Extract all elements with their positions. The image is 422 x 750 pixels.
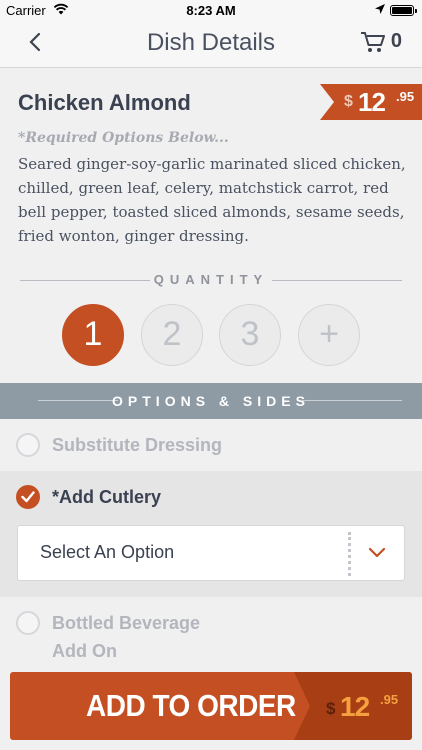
option-label-secondary: Add On bbox=[52, 641, 117, 661]
price-tag: $ 12 .95 bbox=[320, 84, 422, 120]
price-currency: $ bbox=[326, 699, 336, 718]
cart-count[interactable]: 0 bbox=[391, 30, 402, 53]
option-label: *Add Cutlery bbox=[52, 487, 162, 507]
select-value: Select An Option bbox=[40, 542, 175, 562]
battery-icon bbox=[390, 5, 417, 16]
price-whole: 12 bbox=[358, 87, 386, 117]
status-time: 8:23 AM bbox=[186, 3, 236, 18]
options-sides-header: OPTIONS & SIDES bbox=[0, 383, 422, 419]
divider bbox=[272, 280, 402, 281]
divider bbox=[302, 400, 402, 401]
radio-unchecked[interactable] bbox=[16, 611, 40, 635]
dish-details-content: Chicken Almond $ 12 .95 *Required Option… bbox=[0, 68, 422, 750]
quantity-header: QUANTITY bbox=[20, 270, 402, 290]
quantity-3-button[interactable]: 3 bbox=[219, 304, 281, 366]
radio-unchecked[interactable] bbox=[16, 433, 40, 457]
price-cents: .95 bbox=[396, 89, 415, 104]
cart-icon[interactable] bbox=[360, 30, 386, 54]
options-sides-label: OPTIONS & SIDES bbox=[112, 393, 310, 409]
option-add-cutlery[interactable]: *Add Cutlery Select An Option bbox=[0, 471, 422, 597]
select-divider bbox=[348, 532, 352, 576]
dish-description: Seared ginger-soy-garlic marinated slice… bbox=[18, 155, 406, 245]
quantity-2-button[interactable]: 2 bbox=[141, 304, 203, 366]
radio-checked[interactable] bbox=[16, 485, 40, 509]
add-to-order-label: ADD TO ORDER bbox=[86, 688, 296, 723]
nav-bar: Dish Details 0 bbox=[0, 22, 422, 68]
option-label: Bottled Beverage bbox=[52, 613, 201, 633]
price-whole: 12 bbox=[340, 691, 370, 722]
chevron-down-icon bbox=[368, 546, 386, 560]
price-cents: .95 bbox=[380, 692, 399, 707]
add-to-order-price: $ 12 .95 bbox=[294, 672, 412, 740]
page-title: Dish Details bbox=[146, 29, 276, 56]
cutlery-select[interactable]: Select An Option bbox=[17, 525, 405, 581]
add-to-order-button[interactable]: ADD TO ORDER $ 12 .95 bbox=[10, 672, 412, 740]
quantity-more-button[interactable]: + bbox=[298, 304, 360, 366]
status-bar: Carrier 8:23 AM bbox=[0, 0, 422, 22]
dish-name: Chicken Almond bbox=[18, 90, 191, 115]
option-label: Substitute Dressing bbox=[52, 435, 223, 455]
required-options-note: *Required Options Below... bbox=[18, 130, 229, 146]
price-currency: $ bbox=[344, 93, 353, 110]
location-arrow-icon bbox=[374, 3, 386, 18]
option-bottled-beverage[interactable]: Bottled Beverage Add On bbox=[0, 597, 422, 673]
option-substitute-dressing[interactable]: Substitute Dressing bbox=[0, 419, 422, 471]
quantity-1-button[interactable]: 1 bbox=[62, 304, 124, 366]
